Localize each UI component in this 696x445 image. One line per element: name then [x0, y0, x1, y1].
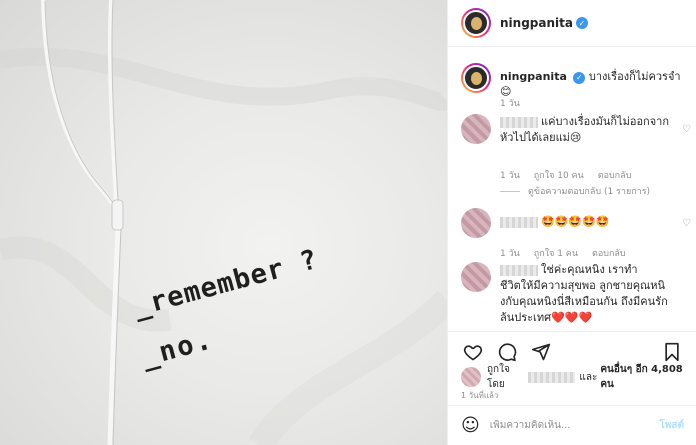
blurred-username[interactable] — [500, 264, 538, 276]
commenter-avatar[interactable] — [461, 208, 491, 238]
comment-like-icon[interactable]: ♡ — [682, 218, 691, 229]
blurred-username[interactable] — [500, 216, 538, 228]
author-username[interactable]: ningpanita — [500, 16, 573, 30]
fabric-fold — [0, 47, 447, 111]
comment-like-icon[interactable]: ♡ — [682, 124, 691, 135]
liker-avatar[interactable] — [461, 367, 481, 387]
comment-icon[interactable] — [495, 340, 519, 364]
fabric-fold — [248, 290, 447, 445]
comment-like-count[interactable]: ถูกใจ 1 คน — [534, 246, 578, 260]
view-replies-link[interactable]: ดูข้อความตอบกลับ (1 รายการ) — [500, 184, 650, 198]
comment-text: ล้นประเทศ — [500, 311, 552, 324]
post-photo[interactable]: _remember ? _no. — [0, 0, 447, 445]
add-comment-bar: ☺ โพสต์ — [448, 405, 696, 445]
commenter-avatar[interactable] — [461, 114, 491, 144]
likes-prefix: ถูกใจโดย — [487, 364, 510, 390]
commenter-avatar[interactable] — [461, 262, 491, 292]
like-icon[interactable] — [461, 340, 485, 364]
likes-summary: ถูกใจโดย และ คนอื่นๆ อีก 4,808 คน — [461, 362, 691, 392]
photo-scene — [0, 0, 447, 445]
comment-text: แค่บางเรื่องมันก็ไม่ออกจาก — [541, 115, 669, 128]
caption-timestamp[interactable]: 1 วัน — [500, 96, 520, 110]
emoji-icon[interactable]: ☺ — [461, 415, 480, 436]
author-avatar[interactable] — [461, 8, 491, 38]
comment-text: 🤩🤩🤩🤩🤩 — [541, 215, 610, 228]
likes-others-link[interactable]: คนอื่นๆ อีก 4,808 คน — [600, 362, 691, 392]
comment-like-count[interactable]: ถูกใจ 10 คน — [534, 168, 584, 182]
post-comment-button[interactable]: โพสต์ — [659, 418, 684, 433]
comment-meta: 1 วัน ถูกใจ 10 คน ตอบกลับ — [500, 168, 631, 182]
comment-text: ใช่ค่ะคุณหนิง เราทำ — [541, 263, 638, 276]
comment-reply-button[interactable]: ตอบกลับ — [592, 246, 626, 260]
cable-splitter — [111, 199, 124, 231]
comment-time[interactable]: 1 วัน — [500, 168, 520, 182]
comment-time[interactable]: 1 วัน — [500, 246, 520, 260]
likes-and: และ — [579, 371, 598, 383]
comment-item: ใช่ค่ะคุณหนิง เราทำ ชีวิตให้มีความสุขพอ … — [461, 262, 691, 326]
blurred-liker-name[interactable] — [528, 371, 576, 383]
caption: ningpanita ✓ บางเรื่องก็ไม่ควรจำ 😊 — [461, 63, 691, 99]
caption-author-avatar[interactable] — [461, 63, 491, 93]
comment-text: งกับคุณหนิงนี่สีเหมือนกัน ถึงมีคนรัก — [500, 295, 668, 308]
comment-text: ชีวิตให้มีความสุขพอ ลูกชายคุณหนิ — [500, 279, 666, 292]
comment-item: แค่บางเรื่องมันก็ไม่ออกจาก หัวไปได้เลยแม… — [461, 114, 691, 146]
share-icon[interactable] — [529, 340, 553, 364]
heart-emojis: ❤️❤️❤️ — [551, 311, 593, 324]
verified-badge-icon: ✓ — [575, 17, 588, 29]
blurred-username[interactable] — [500, 116, 538, 128]
post-detail-panel: ningpanita ✓ ningpanita ✓ บางเรื่องก็ไม่… — [447, 0, 696, 445]
earphone-cable — [41, 0, 120, 216]
verified-badge-icon: ✓ — [573, 71, 586, 84]
comment-reply-button[interactable]: ตอบกลับ — [598, 168, 632, 182]
caption-username[interactable]: ningpanita — [500, 70, 567, 83]
comment-input[interactable] — [489, 420, 660, 431]
bookmark-icon[interactable] — [660, 340, 684, 364]
comment-text: หัวไปได้เลยแม่😢 — [500, 131, 582, 144]
post-date[interactable]: 1 วันที่แล้ว — [461, 389, 498, 402]
post-header: ningpanita ✓ — [448, 0, 696, 47]
comment-meta: 1 วัน ถูกใจ 1 คน ตอบกลับ — [500, 246, 626, 260]
comment-item: 🤩🤩🤩🤩🤩 ♡ — [461, 208, 691, 238]
